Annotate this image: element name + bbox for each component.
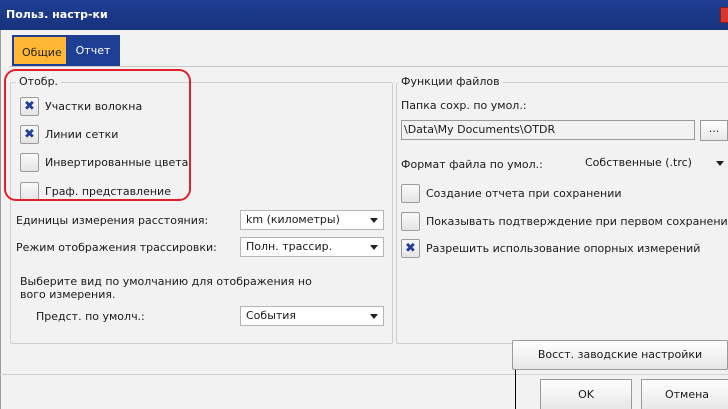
select-value: Собственные (.trc) — [585, 156, 692, 169]
checkbox-box[interactable] — [401, 183, 420, 203]
file-group-legend: Функции файлов — [398, 75, 503, 88]
title-bar: Польз. настр-ки — [0, 0, 728, 30]
restore-defaults-button[interactable]: Восст. заводские настройки — [512, 340, 728, 370]
close-icon[interactable] — [720, 7, 728, 23]
checkbox-box[interactable]: ✖ — [401, 238, 420, 258]
checkbox-label: Создание отчета при сохранении — [426, 186, 622, 200]
checkbox-label: Показывать подтверждение при первом сохр… — [426, 214, 728, 228]
default-view-label: Предст. по умолч.: — [36, 310, 145, 323]
trace-mode-select[interactable]: Полн. трассир. — [240, 237, 384, 257]
check-mark-icon: ✖ — [405, 240, 416, 256]
chevron-down-icon — [370, 314, 378, 319]
callout-line — [515, 370, 516, 409]
chevron-down-icon — [370, 218, 378, 223]
default-folder-field[interactable]: \Data\My Documents\OTDR — [401, 120, 695, 140]
file-format-label: Формат файла по умол.: — [401, 158, 543, 171]
default-view-hint-line1: Выберите вид по умолчанию для отображени… — [20, 275, 312, 288]
select-value: km (километры) — [246, 213, 340, 226]
checkbox-report-on-save[interactable]: Создание отчета при сохранении — [401, 183, 622, 203]
chevron-down-icon — [370, 245, 378, 250]
checkbox-allow-reference[interactable]: ✖ Разрешить использование опорных измере… — [401, 238, 700, 258]
divider — [0, 374, 728, 375]
tab-bar: Общие Отчет — [12, 35, 120, 66]
default-folder-path: \Data\My Documents\OTDR — [404, 123, 556, 136]
distance-units-select[interactable]: km (километры) — [240, 210, 384, 230]
default-folder-label: Папка сохр. по умол.: — [401, 99, 527, 112]
tab-general[interactable]: Общие — [12, 35, 66, 66]
trace-mode-label: Режим отображения трассировки: — [16, 241, 217, 254]
checkbox-box[interactable] — [401, 211, 420, 231]
highlight-outline — [4, 69, 191, 201]
window-title: Польз. настр-ки — [6, 8, 108, 21]
default-view-select[interactable]: События — [240, 306, 384, 326]
select-value: Полн. трассир. — [246, 240, 333, 253]
select-value: События — [246, 309, 297, 322]
tab-report[interactable]: Отчет — [66, 35, 120, 66]
file-format-select[interactable]: Собственные (.trc) — [580, 154, 728, 174]
distance-units-label: Единицы измерения расстояния: — [16, 214, 209, 227]
checkbox-confirm-first-save[interactable]: Показывать подтверждение при первом сохр… — [401, 211, 728, 231]
chevron-down-icon — [716, 161, 724, 166]
default-view-hint-line2: вого измерения. — [20, 288, 116, 301]
checkbox-label: Разрешить использование опорных измерени… — [426, 241, 701, 255]
cancel-button[interactable]: Отмена — [641, 379, 728, 409]
browse-button[interactable]: ... — [700, 120, 728, 141]
ok-button[interactable]: OK — [540, 379, 632, 409]
